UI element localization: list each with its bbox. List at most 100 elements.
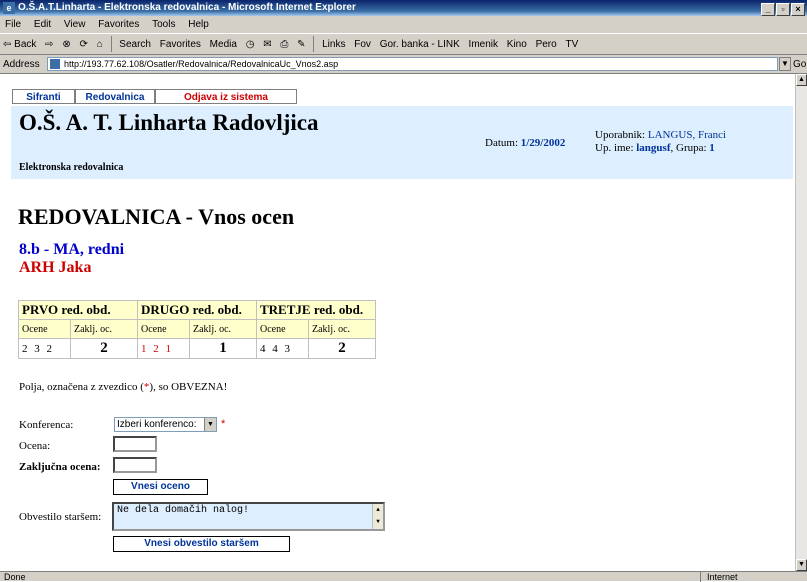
history-icon[interactable]: ◷ <box>246 34 255 54</box>
pupil-name: ARH Jaka <box>19 259 92 276</box>
grades-header-row: PRVO red. obd. DRUGO red. obd. TRETJE re… <box>19 301 375 319</box>
scroll-down-icon[interactable]: ▼ <box>796 559 807 571</box>
required-note-text: Polja, označena z zvezdico ( <box>19 381 144 393</box>
link-gor-banka[interactable]: Gor. banka - LINK <box>380 34 460 54</box>
grades-subheader-row: Ocene Zaklj. oc. Ocene Zaklj. oc. Ocene … <box>19 320 375 338</box>
conference-selected: Izberi konferenco: <box>117 419 197 430</box>
window-title-bar: e O.Š.A.T.Linharta - Elektronska redovaln… <box>0 0 807 16</box>
school-name: O.Š. A. T. Linharta Radovljica <box>19 110 319 135</box>
stop-icon[interactable]: ⊗ <box>62 34 70 54</box>
user-info: Uporabnik: LANGUS, Franci Up. ime: langu… <box>595 129 727 154</box>
menu-bar: File Edit View Favorites Tools Help <box>0 16 807 33</box>
conference-label: Konferenca: <box>19 419 74 431</box>
nav-redovalnica[interactable]: Redovalnica <box>75 89 155 104</box>
search-button[interactable]: Search <box>119 34 151 54</box>
scroll-down-icon[interactable]: ▼ <box>373 516 383 528</box>
col-final-1: Zaklj. oc. <box>71 320 137 338</box>
period-3-grades: 4 4 3 <box>257 339 308 358</box>
period-2-header: DRUGO red. obd. <box>138 301 256 319</box>
window-title: O.Š.A.T.Linharta - Elektronska redovalni… <box>18 2 356 13</box>
close-button[interactable]: × <box>791 3 805 16</box>
address-dropdown-icon[interactable]: ▼ <box>779 57 791 71</box>
address-label: Address <box>3 59 40 70</box>
home-icon[interactable]: ⌂ <box>97 34 103 54</box>
grades-table: PRVO red. obd. DRUGO red. obd. TRETJE re… <box>18 300 376 359</box>
menu-edit[interactable]: Edit <box>34 19 51 30</box>
class-line: 8.b - MA, redni <box>19 241 125 258</box>
page-scrollbar[interactable]: ▲ ▼ <box>795 74 807 571</box>
toolbar-separator <box>110 36 112 53</box>
col-grades-1: Ocene <box>19 320 70 338</box>
page-icon <box>50 59 60 69</box>
chevron-down-icon[interactable]: ▼ <box>204 418 216 431</box>
ie-logo-icon: e <box>3 2 15 14</box>
conference-select[interactable]: Izberi konferenco: ▼ <box>114 417 217 432</box>
grade-input[interactable] <box>113 436 157 452</box>
group-value: 1 <box>709 142 715 154</box>
final-grade-input[interactable] <box>113 457 157 473</box>
date-label: Datum: <box>485 137 518 149</box>
required-note-end: ), so OBVEZNA! <box>149 381 228 393</box>
submit-notice-button[interactable]: Vnesi obvestilo staršem <box>113 536 290 552</box>
username-label: Up. ime: <box>595 142 634 154</box>
standard-toolbar: ⇦ Back ⇨ ⊗ ⟳ ⌂ Search Favorites Media ◷ … <box>0 33 807 55</box>
restore-button[interactable]: ▫ <box>776 3 790 16</box>
menu-file[interactable]: File <box>5 19 21 30</box>
link-tv[interactable]: TV <box>565 34 578 54</box>
toolbar-separator <box>313 36 315 53</box>
minimize-button[interactable]: _ <box>761 3 775 16</box>
back-button[interactable]: ⇦ Back <box>3 34 36 54</box>
col-grades-2: Ocene <box>138 320 189 338</box>
notice-textarea[interactable]: Ne dela domačih nalog! ▲ ▼ <box>112 502 385 531</box>
submit-grade-button[interactable]: Vnesi oceno <box>113 479 208 495</box>
period-1-grades: 2 3 2 <box>19 339 70 358</box>
menu-view[interactable]: View <box>64 19 86 30</box>
required-fields-note: Polja, označena z zvezdico (*), so OBVEZ… <box>19 381 227 393</box>
page-viewport: Sifranti Redovalnica Odjava iz sistema O… <box>0 74 795 571</box>
col-grades-3: Ocene <box>257 320 308 338</box>
menu-help[interactable]: Help <box>188 19 209 30</box>
nav-sifranti[interactable]: Sifranti <box>12 89 75 104</box>
forward-button[interactable]: ⇨ <box>45 34 53 54</box>
link-fov[interactable]: Fov <box>354 34 371 54</box>
textarea-scrollbar[interactable]: ▲ ▼ <box>372 504 383 529</box>
media-button[interactable]: Media <box>210 34 237 54</box>
app-subtitle: Elektronska redovalnica <box>19 162 124 173</box>
address-bar: Address http://193.77.62.108/Osatler/Red… <box>0 55 807 74</box>
school-header: O.Š. A. T. Linharta Radovljica Elektrons… <box>11 106 793 179</box>
period-3-final: 2 <box>309 339 375 358</box>
scroll-up-icon[interactable]: ▲ <box>796 74 807 86</box>
menu-tools[interactable]: Tools <box>152 19 175 30</box>
links-label: Links <box>322 39 346 50</box>
status-bar: Done Internet <box>0 571 807 582</box>
link-kino[interactable]: Kino <box>507 34 527 54</box>
mail-icon[interactable]: ✉ <box>263 34 271 54</box>
refresh-icon[interactable]: ⟳ <box>80 34 88 54</box>
notice-text: Ne dela domačih nalog! <box>117 505 250 516</box>
nav-odjava[interactable]: Odjava iz sistema <box>155 89 297 104</box>
grades-values-row: 2 3 2 2 1 2 1 1 4 4 3 2 <box>19 339 375 358</box>
notice-label: Obvestilo staršem: <box>19 511 102 523</box>
address-input[interactable]: http://193.77.62.108/Osatler/Redovalnica… <box>47 57 778 71</box>
required-star-marker: * <box>221 418 226 430</box>
address-url: http://193.77.62.108/Osatler/Redovalnica… <box>64 59 339 69</box>
period-2-final: 1 <box>190 339 256 358</box>
date-display: Datum: 1/29/2002 <box>485 137 565 149</box>
link-pero[interactable]: Pero <box>536 34 557 54</box>
period-1-final: 2 <box>71 339 137 358</box>
print-icon[interactable]: ⎙ <box>280 34 288 54</box>
go-button[interactable]: Go <box>793 55 806 74</box>
period-3-header: TRETJE red. obd. <box>257 301 375 319</box>
col-final-3: Zaklj. oc. <box>309 320 375 338</box>
scroll-up-icon[interactable]: ▲ <box>373 504 383 516</box>
period-1-header: PRVO red. obd. <box>19 301 137 319</box>
group-label: Grupa: <box>676 142 707 154</box>
link-imenik[interactable]: Imenik <box>469 34 498 54</box>
col-final-2: Zaklj. oc. <box>190 320 256 338</box>
user-name: LANGUS, Franci <box>647 129 727 141</box>
menu-favorites[interactable]: Favorites <box>98 19 139 30</box>
final-grade-label: Zaključna ocena: <box>19 461 101 473</box>
date-value: 1/29/2002 <box>520 137 566 149</box>
favorites-button[interactable]: Favorites <box>160 34 201 54</box>
edit-icon[interactable]: ✎ <box>297 34 305 54</box>
